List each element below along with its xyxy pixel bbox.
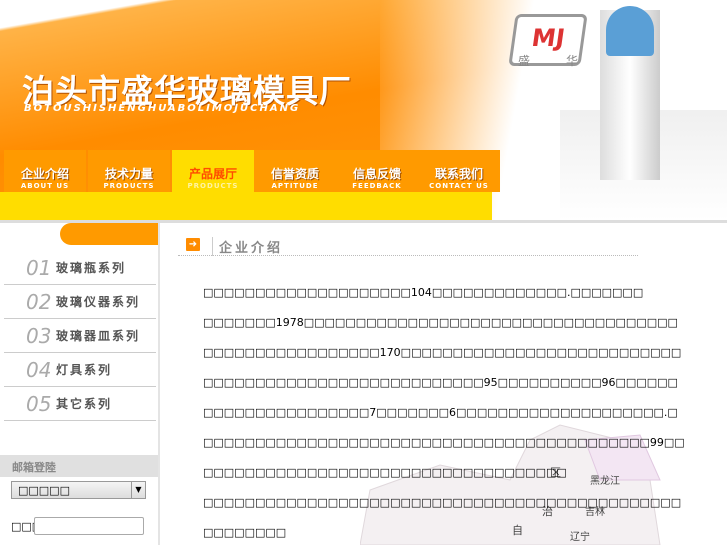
item-label: 玻璃仪器系列: [56, 295, 141, 309]
username-input[interactable]: [34, 517, 144, 535]
item-number: 05: [26, 391, 52, 416]
sidebar: 01 玻璃瓶系列 02 玻璃仪器系列 03 玻璃器皿系列 04 灯具系列 05 其它系列 …: [0, 223, 160, 545]
company-intro: □□□□□□□□□□□□□□□□□□□□104□□□□□□□□□□□□□.□□□…: [203, 278, 688, 548]
mail-login-heading: 邮箱登陸: [0, 455, 158, 477]
main-nav: 企业介绍 ABOUT US 技术力量 PRODUCTS 产品展厅 PRODUCTS 信…: [0, 150, 500, 192]
logo-char: 盛: [518, 54, 531, 68]
nav-label: 信誉资质: [270, 167, 319, 181]
nav-label: 产品展厅: [188, 167, 237, 181]
item-label: 其它系列: [56, 397, 113, 411]
nav-tech[interactable]: 技术力量 PRODUCTS: [88, 150, 170, 192]
sidebar-item[interactable]: 03 玻璃器皿系列: [4, 319, 156, 353]
logo-char: 华: [566, 54, 579, 68]
nav-label: 信息反馈: [352, 167, 401, 181]
item-label: 灯具系列: [56, 363, 113, 377]
sidebar-item[interactable]: 01 玻璃瓶系列: [4, 251, 156, 285]
select-value: □□□□□: [18, 484, 70, 497]
nav-sublabel: FEEDBACK: [352, 182, 402, 190]
sidebar-item[interactable]: 02 玻璃仪器系列: [4, 285, 156, 319]
nav-underbar: [0, 192, 492, 220]
nav-sublabel: CONTACT US: [429, 182, 489, 190]
nav-sublabel: APTITUDE: [271, 182, 319, 190]
nav-sublabel: ABOUT US: [20, 182, 70, 190]
sidebar-item[interactable]: 05 其它系列: [4, 387, 156, 421]
nav-products[interactable]: 产品展厅 PRODUCTS: [172, 150, 254, 192]
item-label: 玻璃器皿系列: [56, 329, 141, 343]
header-banner: 泊头市盛华玻璃模具厂 BOTOUSHISHENGHUABOLIMOJUCHANG…: [0, 0, 727, 220]
intro-paragraph: □□□□□□□□□□□□□□□□□□□□□□□□□□□□□□□□□□□□□□□□…: [203, 496, 682, 539]
sidebar-tab: [60, 223, 158, 245]
nav-label: 企业介绍: [20, 167, 69, 181]
nav-sublabel: PRODUCTS: [187, 182, 239, 190]
item-number: 02: [26, 289, 52, 314]
item-number: 03: [26, 323, 52, 348]
arrow-right-icon: ➜: [186, 238, 200, 251]
content-title: 企业介绍: [212, 237, 283, 256]
lighthouse-top: [606, 6, 654, 56]
item-label: 玻璃瓶系列: [56, 261, 127, 275]
nav-feedback[interactable]: 信息反馈 FEEDBACK: [336, 150, 418, 192]
nav-sublabel: PRODUCTS: [103, 182, 155, 190]
item-number: 01: [26, 255, 52, 280]
sidebar-item[interactable]: 04 灯具系列: [4, 353, 156, 387]
nav-about[interactable]: 企业介绍 ABOUT US: [4, 150, 86, 192]
chevron-down-icon[interactable]: ▼: [131, 482, 145, 498]
nav-aptitude[interactable]: 信誉资质 APTITUDE: [254, 150, 336, 192]
company-subtitle: BOTOUSHISHENGHUABOLIMOJUCHANG: [24, 103, 301, 114]
nav-label: 技术力量: [104, 167, 153, 181]
intro-paragraph: □□□□□□□□□□□□□□□□□□□□104□□□□□□□□□□□□□.□□□…: [203, 286, 644, 299]
item-number: 04: [26, 357, 52, 382]
logo-text: MJ: [529, 24, 567, 52]
mail-provider-select[interactable]: □□□□□ ▼: [11, 481, 146, 499]
nav-contact[interactable]: 联系我们 CONTACT US: [418, 150, 500, 192]
content-header: ➜ 企业介绍: [178, 232, 638, 256]
nav-label: 联系我们: [434, 167, 483, 181]
intro-paragraph: □□□□□□□1978□□□□□□□□□□□□□□□□□□□□□□□□□□□□□…: [203, 316, 685, 479]
